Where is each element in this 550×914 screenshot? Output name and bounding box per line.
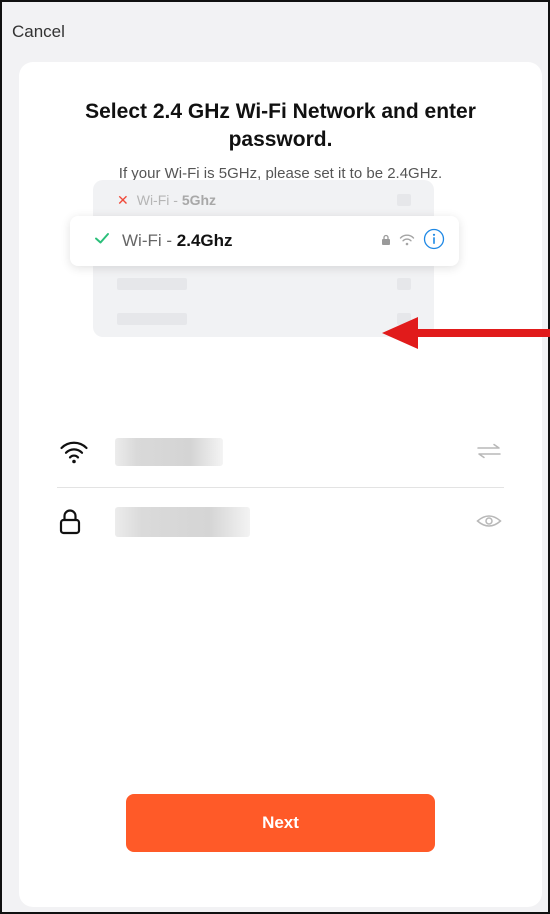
next-button[interactable]: Next xyxy=(126,794,435,852)
field-divider xyxy=(57,487,504,488)
annotation-arrow-icon xyxy=(382,317,550,349)
wifi-24ghz-band: 2.4Ghz xyxy=(176,231,233,250)
wifi-5ghz-prefix: Wi-Fi - xyxy=(136,192,182,208)
wifi-name-field[interactable] xyxy=(57,435,504,475)
password-value-redacted xyxy=(115,507,250,537)
lock-small-icon xyxy=(381,233,391,251)
network-status-icons xyxy=(381,228,445,255)
lock-icon xyxy=(59,509,81,540)
placeholder-bar xyxy=(117,313,187,325)
check-icon xyxy=(94,230,110,251)
placeholder-square xyxy=(397,278,411,290)
screen-frame: Cancel Select 2.4 GHz Wi-Fi Network and … xyxy=(0,0,550,914)
wifi-name-value-redacted xyxy=(115,438,223,466)
cancel-button[interactable]: Cancel xyxy=(12,22,65,42)
eye-icon[interactable] xyxy=(476,513,502,534)
placeholder-bar xyxy=(117,278,187,290)
password-field[interactable] xyxy=(57,505,504,545)
wifi-5ghz-band: 5Ghz xyxy=(181,192,217,208)
info-icon xyxy=(423,228,445,255)
wifi-5ghz-row: ✕ Wi-Fi - 5Ghz xyxy=(117,192,216,209)
wifi-24ghz-row: Wi-Fi - 2.4Ghz xyxy=(70,216,459,266)
switch-icon[interactable] xyxy=(476,443,502,464)
placeholder-square xyxy=(397,194,411,206)
page-title: Select 2.4 GHz Wi-Fi Network and enter p… xyxy=(85,100,476,151)
wifi-24ghz-label: Wi-Fi - 2.4Ghz xyxy=(122,231,233,251)
wifi-signal-small-icon xyxy=(399,233,415,251)
x-icon: ✕ xyxy=(117,192,129,208)
wifi-icon xyxy=(59,439,89,470)
wifi-24ghz-prefix: Wi-Fi - xyxy=(122,231,177,250)
